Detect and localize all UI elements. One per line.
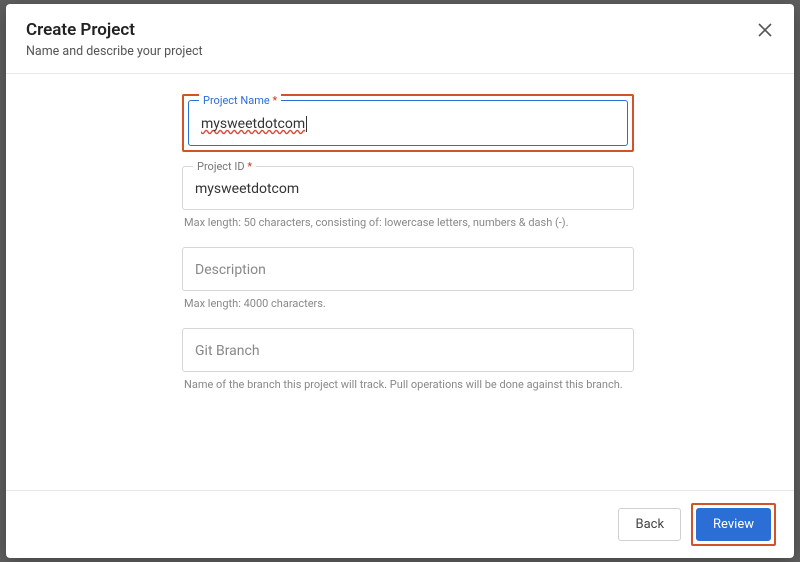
git-branch-field-wrap: Name of the branch this project will tra… [182, 328, 634, 391]
project-name-value: mysweetdotcom [201, 116, 305, 132]
text-caret [306, 116, 307, 132]
close-icon [758, 23, 772, 40]
git-branch-field[interactable] [182, 328, 634, 372]
review-button-highlight: Review [691, 503, 776, 546]
description-input[interactable] [183, 248, 633, 290]
project-id-field[interactable]: Project ID * [182, 166, 634, 210]
create-project-modal: Create Project Name and describe your pr… [6, 4, 794, 558]
project-name-label: Project Name * [199, 94, 281, 107]
back-button[interactable]: Back [618, 508, 681, 541]
close-button[interactable] [756, 22, 774, 40]
project-id-label: Project ID * [193, 160, 256, 173]
git-branch-helper: Name of the branch this project will tra… [182, 378, 634, 391]
modal-body: Project Name * mysweetdotcom Project ID … [6, 74, 794, 490]
project-id-label-text: Project ID [197, 160, 245, 173]
project-name-field-wrap: Project Name * mysweetdotcom [182, 94, 634, 152]
review-button[interactable]: Review [696, 508, 771, 541]
form-column: Project Name * mysweetdotcom Project ID … [182, 94, 634, 391]
modal-subtitle: Name and describe your project [26, 44, 774, 59]
git-branch-input[interactable] [183, 329, 633, 371]
modal-header: Create Project Name and describe your pr… [6, 4, 794, 74]
modal-title: Create Project [26, 20, 774, 40]
description-helper: Max length: 4000 characters. [182, 297, 634, 310]
modal-footer: Back Review [6, 490, 794, 558]
project-name-label-text: Project Name [203, 94, 270, 107]
required-indicator: * [272, 94, 277, 107]
project-name-input[interactable]: mysweetdotcom [189, 101, 627, 145]
project-id-field-wrap: Project ID * Max length: 50 characters, … [182, 166, 634, 229]
project-id-helper: Max length: 50 characters, consisting of… [182, 216, 634, 229]
description-field[interactable] [182, 247, 634, 291]
required-indicator: * [247, 160, 252, 173]
project-id-input[interactable] [183, 167, 633, 209]
description-field-wrap: Max length: 4000 characters. [182, 247, 634, 310]
project-name-field[interactable]: Project Name * mysweetdotcom [188, 100, 628, 146]
